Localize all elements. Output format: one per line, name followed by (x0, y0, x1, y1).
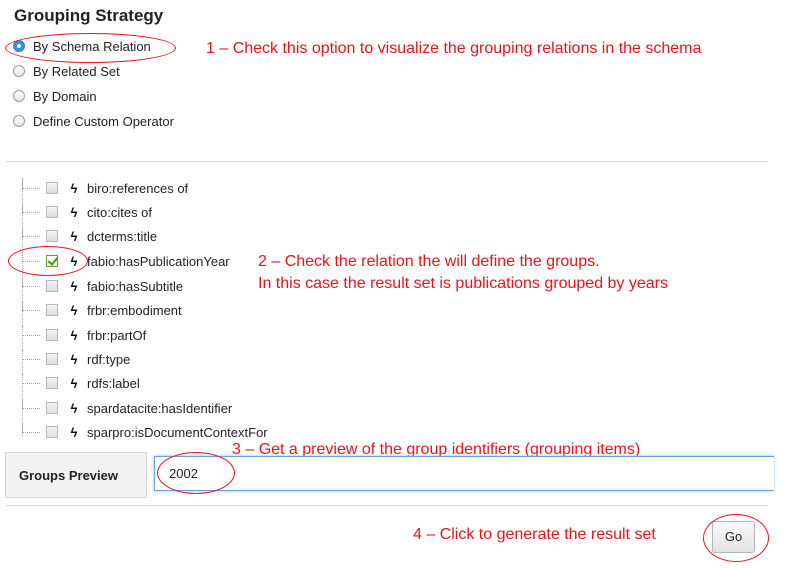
relation-item[interactable]: ϟ rdf:type (22, 349, 130, 369)
lightning-bolt-icon: ϟ (70, 278, 78, 294)
annotation-2-line-2: In this case the result set is publicati… (258, 275, 668, 292)
tree-branch (22, 227, 40, 237)
annotation-ellipse-4 (703, 514, 769, 562)
relation-checkbox[interactable] (46, 304, 58, 316)
tree-branch (22, 179, 40, 189)
annotation-ellipse-1 (5, 33, 176, 63)
radio-label: By Domain (33, 88, 97, 104)
radio-button[interactable] (13, 115, 25, 127)
relation-item[interactable]: ϟ rdfs:label (22, 373, 140, 393)
annotation-1: 1 – Check this option to visualize the g… (206, 40, 702, 57)
radio-button[interactable] (13, 65, 25, 77)
lightning-bolt-icon: ϟ (70, 327, 78, 343)
annotation-ellipse-2 (8, 246, 88, 276)
section-divider-bottom (6, 505, 768, 506)
lightning-bolt-icon: ϟ (70, 375, 78, 391)
relation-item[interactable]: ϟ biro:references of (22, 178, 188, 198)
section-divider (6, 161, 768, 162)
relation-label: rdf:type (87, 351, 131, 367)
radio-by-domain[interactable]: By Domain (13, 86, 97, 106)
relation-label: sparpro:isDocumentContextFor (87, 424, 268, 440)
radio-label: By Related Set (33, 63, 120, 79)
relation-item[interactable]: ϟ cito:cites of (22, 202, 152, 222)
relation-label: frbr:embodiment (87, 302, 182, 318)
relation-item[interactable]: ϟ dcterms:title (22, 226, 157, 246)
lightning-bolt-icon: ϟ (70, 400, 78, 416)
relation-item[interactable]: ϟ fabio:hasSubtitle (22, 276, 183, 296)
relation-label: cito:cites of (87, 204, 153, 220)
relation-checkbox[interactable] (46, 206, 58, 218)
radio-define-custom-operator[interactable]: Define Custom Operator (13, 111, 174, 131)
relation-checkbox[interactable] (46, 230, 58, 242)
relation-label: spardatacite:hasIdentifier (87, 400, 233, 416)
relation-item[interactable]: ϟ frbr:embodiment (22, 300, 182, 320)
relation-checkbox[interactable] (46, 329, 58, 341)
relation-label: biro:references of (87, 180, 189, 196)
annotation-ellipse-3 (157, 452, 235, 494)
page-title: Grouping Strategy (14, 6, 164, 25)
relation-checkbox[interactable] (46, 426, 58, 438)
relation-checkbox[interactable] (46, 377, 58, 389)
relation-label: fabio:hasPublicationYear (87, 253, 230, 269)
lightning-bolt-icon: ϟ (70, 228, 78, 244)
tree-branch (22, 350, 40, 360)
relation-checkbox[interactable] (46, 280, 58, 292)
lightning-bolt-icon: ϟ (70, 424, 78, 440)
groups-preview-field[interactable]: 2002 (154, 456, 774, 491)
tree-branch (22, 374, 40, 384)
groups-preview-label: Groups Preview (19, 468, 118, 483)
lightning-bolt-icon: ϟ (70, 180, 78, 196)
radio-label: Define Custom Operator (33, 113, 174, 129)
tree-branch (22, 301, 40, 311)
tree-branch (22, 277, 40, 287)
relation-label: rdfs:label (87, 375, 140, 391)
lightning-bolt-icon: ϟ (70, 302, 78, 318)
tree-branch (22, 423, 40, 433)
tree-branch (22, 203, 40, 213)
annotation-2-line-1: 2 – Check the relation the will define t… (258, 253, 600, 270)
relation-item[interactable]: ϟ frbr:partOf (22, 325, 146, 345)
relation-item[interactable]: ϟ spardatacite:hasIdentifier (22, 398, 232, 418)
lightning-bolt-icon: ϟ (70, 204, 78, 220)
tree-branch (22, 326, 40, 336)
relation-item[interactable]: ϟ sparpro:isDocumentContextFor (22, 422, 268, 442)
radio-button[interactable] (13, 90, 25, 102)
relation-checkbox[interactable] (46, 182, 58, 194)
relation-checkbox[interactable] (46, 402, 58, 414)
relation-label: dcterms:title (87, 228, 158, 244)
tree-branch (22, 399, 40, 409)
relation-checkbox[interactable] (46, 353, 58, 365)
annotation-4: 4 – Click to generate the result set (413, 526, 656, 543)
radio-by-related-set[interactable]: By Related Set (13, 61, 120, 81)
relation-label: frbr:partOf (87, 327, 147, 343)
lightning-bolt-icon: ϟ (70, 351, 78, 367)
relation-label: fabio:hasSubtitle (87, 278, 184, 294)
